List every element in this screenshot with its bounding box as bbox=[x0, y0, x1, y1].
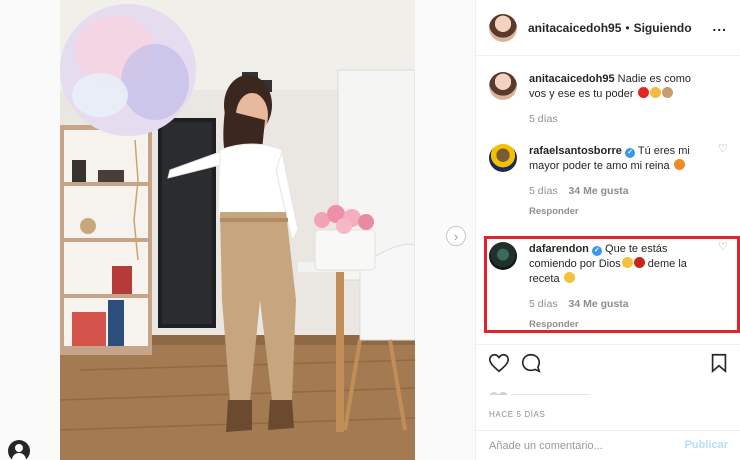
post-actions-bar bbox=[476, 344, 740, 384]
bookmark-icon[interactable] bbox=[708, 352, 730, 374]
comment-input[interactable] bbox=[489, 437, 679, 455]
verified-badge-icon: ✓ bbox=[625, 148, 635, 158]
chevron-right-icon: › bbox=[453, 228, 459, 244]
comment-time[interactable]: 5 días bbox=[529, 185, 558, 197]
thinking-emoji-icon bbox=[621, 257, 633, 268]
comment-meta: 5 días 34 Me gusta bbox=[529, 297, 709, 312]
comment-likes[interactable]: 34 Me gusta bbox=[569, 185, 629, 197]
post-side-panel: anitacaicedoh95 • Siguiendo ... anitacai… bbox=[475, 0, 740, 460]
post-date[interactable]: HACE 5 DÍAS bbox=[489, 410, 545, 419]
post-header: anitacaicedoh95 • Siguiendo ... bbox=[476, 0, 740, 56]
like-comment-heart-icon[interactable]: ♡ bbox=[718, 242, 729, 253]
left-gutter bbox=[0, 0, 60, 460]
flexed-arm-emoji-icon bbox=[661, 87, 673, 98]
comment-meta: 5 días bbox=[529, 112, 709, 127]
comment-username[interactable]: dafarendon bbox=[529, 243, 589, 255]
publish-button[interactable]: Publicar bbox=[685, 439, 728, 451]
comment-time[interactable]: 5 días bbox=[529, 113, 558, 125]
reply-button[interactable]: Responder bbox=[529, 317, 709, 332]
header-separator: • bbox=[625, 20, 630, 35]
comment-bubble-icon[interactable] bbox=[520, 352, 542, 374]
post-photo bbox=[60, 0, 415, 460]
like-heart-icon[interactable] bbox=[488, 352, 510, 374]
header-username[interactable]: anitacaicedoh95 bbox=[528, 21, 621, 35]
avatar[interactable] bbox=[489, 144, 517, 172]
avatar[interactable] bbox=[489, 242, 517, 270]
more-options-icon[interactable]: ... bbox=[712, 18, 727, 34]
comment-body: rafaelsantosborre ✓ Tú eres mi mayor pod… bbox=[529, 144, 709, 219]
bag-emoji-icon bbox=[649, 87, 661, 98]
likers-preview-cut-off bbox=[489, 392, 591, 395]
comment-likes[interactable]: 34 Me gusta bbox=[569, 298, 629, 310]
carousel-gap bbox=[415, 0, 475, 460]
reply-button[interactable]: Responder bbox=[529, 204, 709, 219]
devil-emoji-icon bbox=[633, 257, 645, 268]
heart-eyes-emoji-icon bbox=[673, 159, 685, 170]
comment-username[interactable]: anitacaicedoh95 bbox=[529, 73, 615, 85]
thinking-emoji-icon bbox=[563, 272, 575, 283]
comments-list: anitacaicedoh95 Nadie es como vos y ese … bbox=[476, 56, 740, 344]
instagram-post-modal: › anitacaicedoh95 • Siguiendo ... anitac… bbox=[0, 0, 740, 460]
comment-meta: 5 días 34 Me gusta bbox=[529, 184, 709, 199]
comment-time[interactable]: 5 días bbox=[529, 298, 558, 310]
avatar[interactable] bbox=[489, 72, 517, 100]
avatar[interactable] bbox=[489, 13, 517, 42]
balloon-emoji-icon bbox=[637, 87, 649, 98]
comment-body: dafarendon ✓ Que te estás comiendo por D… bbox=[529, 242, 709, 332]
verified-badge-icon: ✓ bbox=[591, 246, 602, 256]
likers-preview bbox=[489, 385, 689, 395]
comment-username[interactable]: rafaelsantosborre bbox=[529, 145, 622, 157]
following-button[interactable]: Siguiendo bbox=[634, 21, 692, 35]
post-photo-illustration bbox=[60, 0, 415, 460]
carousel-next-button[interactable]: › bbox=[446, 226, 466, 246]
comment-body: anitacaicedoh95 Nadie es como vos y ese … bbox=[529, 72, 709, 127]
add-comment-bar: Publicar bbox=[476, 430, 740, 460]
profile-icon[interactable] bbox=[8, 440, 30, 460]
like-comment-heart-icon[interactable]: ♡ bbox=[718, 144, 729, 155]
